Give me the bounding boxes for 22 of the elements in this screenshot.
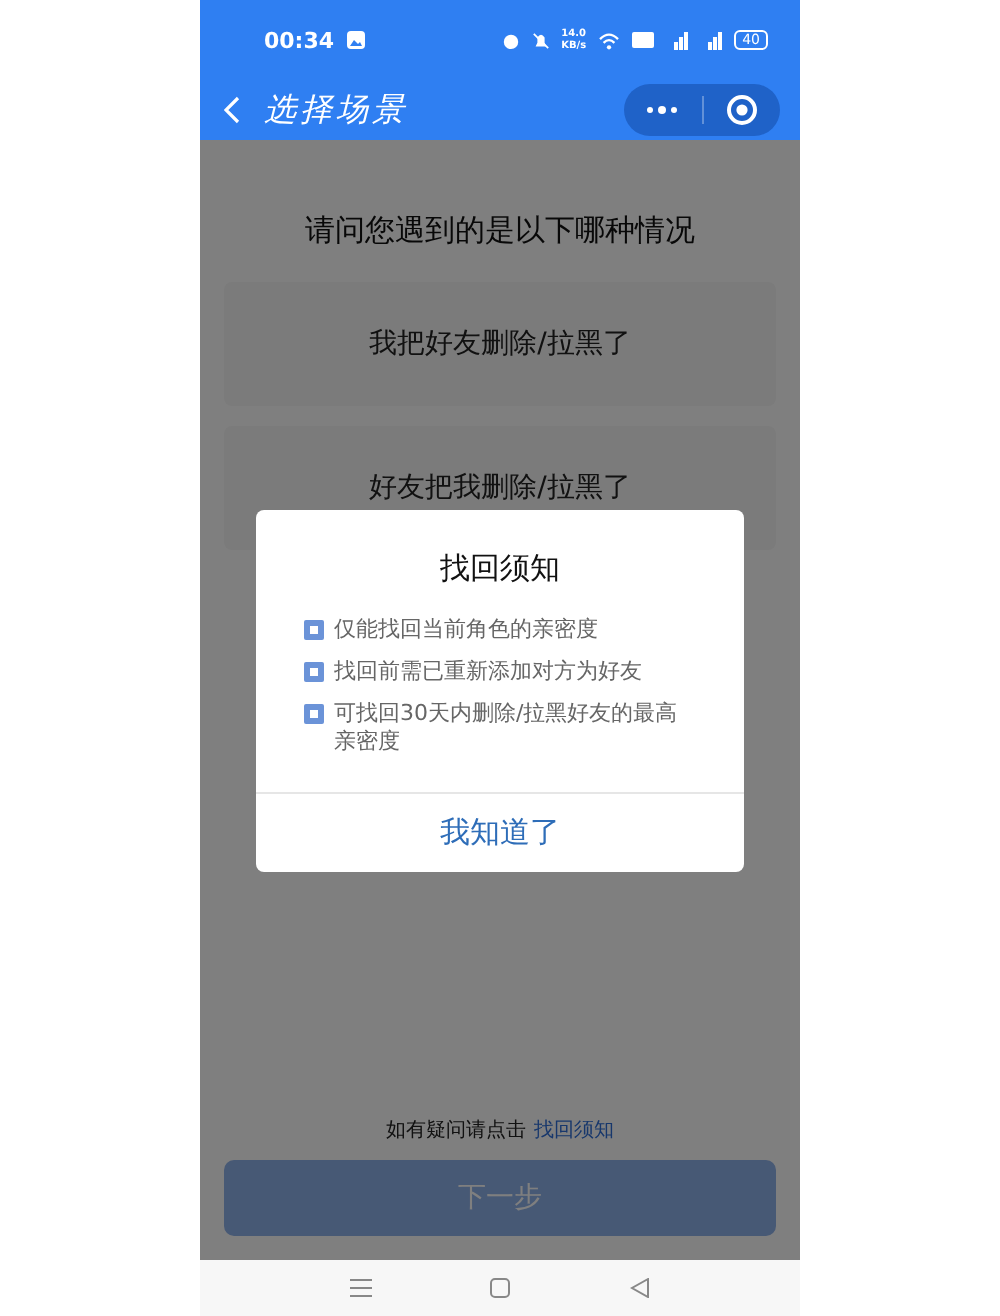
mute-bell-icon	[531, 31, 550, 49]
clock-time: 00:34	[264, 27, 335, 53]
confirm-button[interactable]: 我知道了	[256, 792, 744, 872]
home-icon[interactable]	[490, 1278, 511, 1298]
help-link[interactable]: 找回须知	[534, 1116, 614, 1144]
notice-item: 可找回30天内删除/拉黑好友的最高亲密度	[334, 700, 680, 756]
menu-icon[interactable]	[349, 1278, 372, 1298]
gallery-icon	[346, 30, 367, 50]
notice-item: 找回前需已重新添加对方为好友	[334, 658, 642, 686]
more-icon[interactable]	[646, 106, 679, 114]
question-text: 请问您遇到的是以下哪种情况	[305, 212, 695, 250]
dialog-title: 找回须知	[438, 550, 562, 588]
back-triangle-icon[interactable]	[630, 1278, 651, 1298]
notice-item: 仅能找回当前角色的亲密度	[334, 616, 598, 644]
note-icon	[304, 704, 324, 724]
option-card[interactable]: 我把好友删除/拉黑了	[224, 282, 776, 406]
note-icon	[304, 620, 324, 640]
note-icon	[304, 662, 324, 682]
help-text: 如有疑问请点击	[386, 1117, 526, 1144]
wifi-icon	[598, 31, 621, 49]
back-icon[interactable]	[224, 96, 240, 124]
page-title: 选择场景	[264, 89, 408, 131]
